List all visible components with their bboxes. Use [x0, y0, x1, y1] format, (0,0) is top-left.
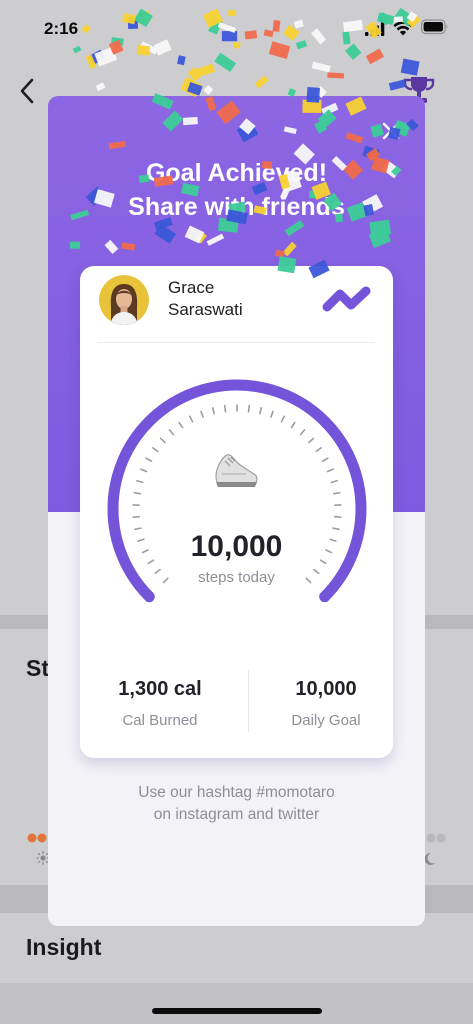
gauge-tick	[145, 457, 153, 462]
gauge-tick	[270, 410, 274, 418]
back-button[interactable]	[14, 74, 42, 108]
battery-icon	[421, 19, 448, 35]
hashtag-line2: on instagram and twitter	[153, 806, 320, 823]
calories-label: Cal Burned	[122, 712, 198, 729]
modal-title-line1: Goal Achieved!	[145, 159, 328, 187]
gauge-tick	[140, 468, 148, 473]
gauge-tick	[332, 491, 341, 495]
status-bar: 2:16	[0, 0, 473, 58]
daily-goal-label: Daily Goal	[291, 712, 361, 729]
share-card: Grace Saraswati 10,000 steps today 1,300…	[80, 266, 393, 758]
gauge-tick	[247, 404, 251, 413]
hashtag-text: Use our hashtag #momotaro on instagram a…	[48, 782, 425, 826]
home-indicator	[152, 1008, 322, 1014]
user-name-last: Saraswati	[168, 300, 243, 319]
gauge-tick	[152, 447, 159, 453]
calories-value: 1,300 cal	[118, 678, 202, 700]
stats-divider	[248, 670, 249, 732]
gauge-tick	[211, 407, 215, 415]
steps-value: 10,000	[190, 530, 283, 563]
stats-heading: St	[26, 655, 49, 681]
cellular-signal-icon	[365, 22, 385, 36]
gauge-tick	[178, 421, 184, 429]
gauge-tick	[330, 479, 338, 484]
gauge-tick	[308, 437, 315, 444]
day-dots-right	[426, 833, 446, 843]
gauge-tick	[133, 491, 142, 495]
gauge-tick	[188, 415, 194, 423]
gauge-tick	[299, 429, 306, 436]
steps-gauge	[107, 379, 367, 603]
wifi-icon	[393, 21, 413, 36]
modal-title: Goal Achieved! Share with friends	[48, 156, 425, 224]
gauge-tick	[200, 410, 204, 418]
gauge-tick	[259, 407, 263, 415]
user-name: Grace Saraswati	[168, 277, 318, 321]
hashtag-line1: Use our hashtag #momotaro	[138, 784, 335, 801]
close-icon[interactable]	[378, 118, 404, 144]
goal-achieved-modal: Goal Achieved! Share with friends Grace …	[48, 96, 425, 926]
gauge-tick	[290, 421, 296, 429]
momotaro-logo	[322, 286, 371, 312]
gauge-tick	[223, 404, 227, 413]
avatar	[99, 275, 149, 325]
moon-icon	[424, 852, 435, 865]
insight-heading: Insight	[26, 934, 102, 960]
user-name-first: Grace	[168, 278, 215, 297]
gauge-tick	[159, 437, 166, 444]
gauge-tick	[315, 447, 322, 453]
card-divider	[98, 342, 374, 343]
gauge-tick	[326, 468, 334, 473]
modal-title-line2: Share with friends	[128, 193, 345, 221]
gauge-tick	[321, 457, 329, 462]
shoe-icon	[215, 454, 258, 487]
status-time: 2:16	[44, 19, 79, 38]
gauge-tick	[136, 479, 144, 484]
gauge-tick	[168, 429, 175, 436]
gauge-tick	[280, 415, 286, 423]
steps-label: steps today	[198, 569, 275, 586]
daily-goal-value: 10,000	[295, 678, 357, 700]
